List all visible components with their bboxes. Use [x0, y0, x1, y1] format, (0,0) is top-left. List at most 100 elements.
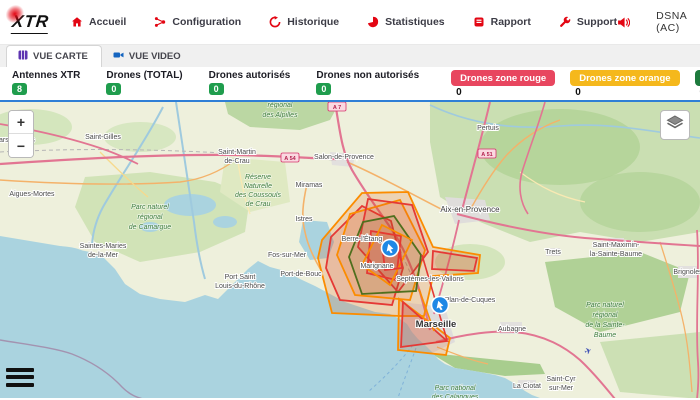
map-label-naturelle: Naturelle [244, 183, 272, 190]
nav-item-rapport[interactable]: Rapport [473, 16, 531, 28]
xtr-logo[interactable]: XTR [11, 12, 50, 32]
map-label-plan-de-cuques: Plan-de-Cuques [445, 297, 496, 304]
map-label-de-la-mer: de-la-Mer [88, 252, 119, 259]
stat-value-badge: 0 [106, 83, 121, 95]
map-label-saint-maximin: Saint-Maximin- [593, 242, 640, 249]
map-label-marseille: Marseille [416, 319, 457, 330]
svg-text:A 51: A 51 [481, 152, 492, 158]
map-label-saint-martin: Saint-Martin [218, 149, 256, 156]
stat-drones-non-autorises: Drones non autorisés 0 [316, 70, 419, 95]
video-camera-icon [113, 50, 124, 63]
map-label-fos-sur-mer: Fos-sur-Mer [268, 252, 307, 259]
road-shield-a-54: A 54 [281, 153, 299, 162]
report-icon [473, 16, 485, 28]
road-shield-a-7: A 7 [328, 102, 346, 111]
zoom-in-button[interactable]: + [9, 111, 33, 134]
map-label-parc-naturel: Parc naturel [131, 204, 169, 211]
map-label-des-calanques: des Calanques [432, 394, 479, 398]
map-label-regional: régional [138, 214, 163, 221]
menu-hamburger-button[interactable] [6, 364, 34, 390]
stat-label: Drones (TOTAL) [106, 70, 182, 81]
nav-item-statistiques[interactable]: Statistiques [367, 16, 445, 28]
stat-label: Antennes XTR [12, 70, 80, 81]
map-label-aigues-mortes: Aigues-Mortes [9, 191, 55, 198]
nav-item-support[interactable]: Support [559, 16, 617, 28]
top-navbar: XTR Accueil Configuration Historique Statis… [0, 0, 700, 44]
map-label-port-de-bouc: Port-de-Bouc [280, 271, 322, 278]
zone-drones-zone-orange: Drones zone orange0 [570, 70, 679, 98]
map-icon [18, 50, 28, 63]
tab-vue-carte[interactable]: VUE CARTE [6, 45, 102, 67]
map-label-salon-de-provence: Salon-de-Provence [314, 154, 374, 161]
stat-value-badge: 0 [209, 83, 224, 95]
zone-button-drones-zone-verte[interactable]: Drones zone verte [695, 70, 700, 86]
map-canvas[interactable]: ✈ A 7A 54A 51 MarsillarguesSaint-GillesA… [0, 102, 700, 398]
network-icon [154, 16, 166, 28]
zone-counters: Drones zone rouge0Drones zone orange0Dro… [451, 70, 700, 98]
nav-item-historique[interactable]: Historique [269, 16, 339, 28]
nav-item-label: Accueil [89, 16, 126, 28]
map-label-berre-l-etang: Berre-l'Étang [342, 234, 383, 243]
map-label-brignoles: Brignoles [673, 269, 700, 276]
map-label-saint-gilles: Saint-Gilles [85, 134, 121, 141]
zoom-out-button[interactable]: − [9, 134, 33, 157]
stat-value-badge: 0 [316, 83, 331, 95]
map-label-de-crau: de Crau [246, 201, 271, 208]
map-label-louis-du-rhone: Louis-du-Rhône [215, 283, 265, 290]
antenna-marker-0[interactable] [382, 240, 399, 257]
nav-item-label: Rapport [491, 16, 531, 28]
svg-text:A 7: A 7 [333, 105, 341, 111]
map-label-saintes-maries: Saintes-Maries [80, 243, 127, 250]
map-label-sur-mer: sur-Mer [549, 385, 574, 392]
antenna-marker-1[interactable] [432, 297, 449, 314]
map-view[interactable]: ✈ A 7A 54A 51 MarsillarguesSaint-GillesA… [0, 100, 700, 398]
stat-label: Drones non autorisés [316, 70, 419, 81]
speaker-icon[interactable] [617, 16, 630, 29]
stats-icon [367, 16, 379, 28]
map-label-regional: régional [593, 312, 618, 319]
layers-icon [666, 115, 684, 136]
stat-label: Drones autorisés [209, 70, 291, 81]
home-icon [71, 16, 83, 28]
nav-item-label: Statistiques [385, 16, 445, 28]
navbar-right: DSNA (AC) [617, 10, 700, 34]
map-label-trets: Trets [545, 249, 561, 256]
svg-text:A 54: A 54 [284, 156, 296, 162]
antenna-drone-counters: Antennes XTR8Drones (TOTAL)0Drones autor… [12, 70, 419, 95]
nav-item-configuration[interactable]: Configuration [154, 16, 241, 28]
zone-button-drones-zone-orange[interactable]: Drones zone orange [570, 70, 679, 86]
map-label-baume: Baume [594, 332, 616, 339]
stat-antennes-xtr: Antennes XTR 8 [12, 70, 80, 95]
wrench-icon [559, 16, 571, 28]
view-tabbar: VUE CARTE VUE VIDEO [0, 44, 700, 67]
map-zoom-control: + − [8, 110, 34, 158]
status-bar: Antennes XTR8Drones (TOTAL)0Drones autor… [0, 67, 700, 100]
map-label-des-alpilles: des Alpilles [262, 112, 298, 119]
map-label-aix-en-provence: Aix-en-Provence [440, 205, 500, 214]
stat-drones-autorises: Drones autorisés 0 [209, 70, 291, 95]
nav-item-label: Configuration [172, 16, 241, 28]
zone-button-drones-zone-rouge[interactable]: Drones zone rouge [451, 70, 555, 86]
map-label-de-crau: de-Crau [224, 158, 249, 165]
map-label-de-la-sainte: de la Sainte- [585, 322, 625, 329]
user-account-label[interactable]: DSNA (AC) [656, 10, 687, 34]
zone-count: 0 [456, 87, 462, 98]
stat-value-badge: 8 [12, 83, 27, 95]
map-label-regional: régional [268, 102, 293, 109]
stat-drones-total: Drones (TOTAL) 0 [106, 70, 182, 95]
nav-item-label: Support [577, 16, 617, 28]
tab-vue-video[interactable]: VUE VIDEO [102, 46, 194, 67]
map-label-istres: Istres [295, 216, 313, 223]
zone-count: 0 [575, 87, 581, 98]
map-label-parc-national: Parc national [435, 385, 476, 392]
map-label-parc-naturel: Parc naturel [586, 302, 624, 309]
map-label-reserve: Réserve [245, 174, 271, 181]
nav-item-label: Historique [287, 16, 339, 28]
layers-button[interactable] [660, 110, 690, 140]
map-label-aubagne: Aubagne [498, 326, 526, 333]
map-label-la-sainte-baume: la-Sainte-Baume [590, 251, 642, 258]
tab-vue-carte-label: VUE CARTE [33, 51, 88, 62]
map-label-septemes-les-vallons: Septèmes-les-Vallons [396, 276, 464, 283]
map-label-marignane: Marignane [360, 263, 393, 270]
nav-item-accueil[interactable]: Accueil [71, 16, 126, 28]
